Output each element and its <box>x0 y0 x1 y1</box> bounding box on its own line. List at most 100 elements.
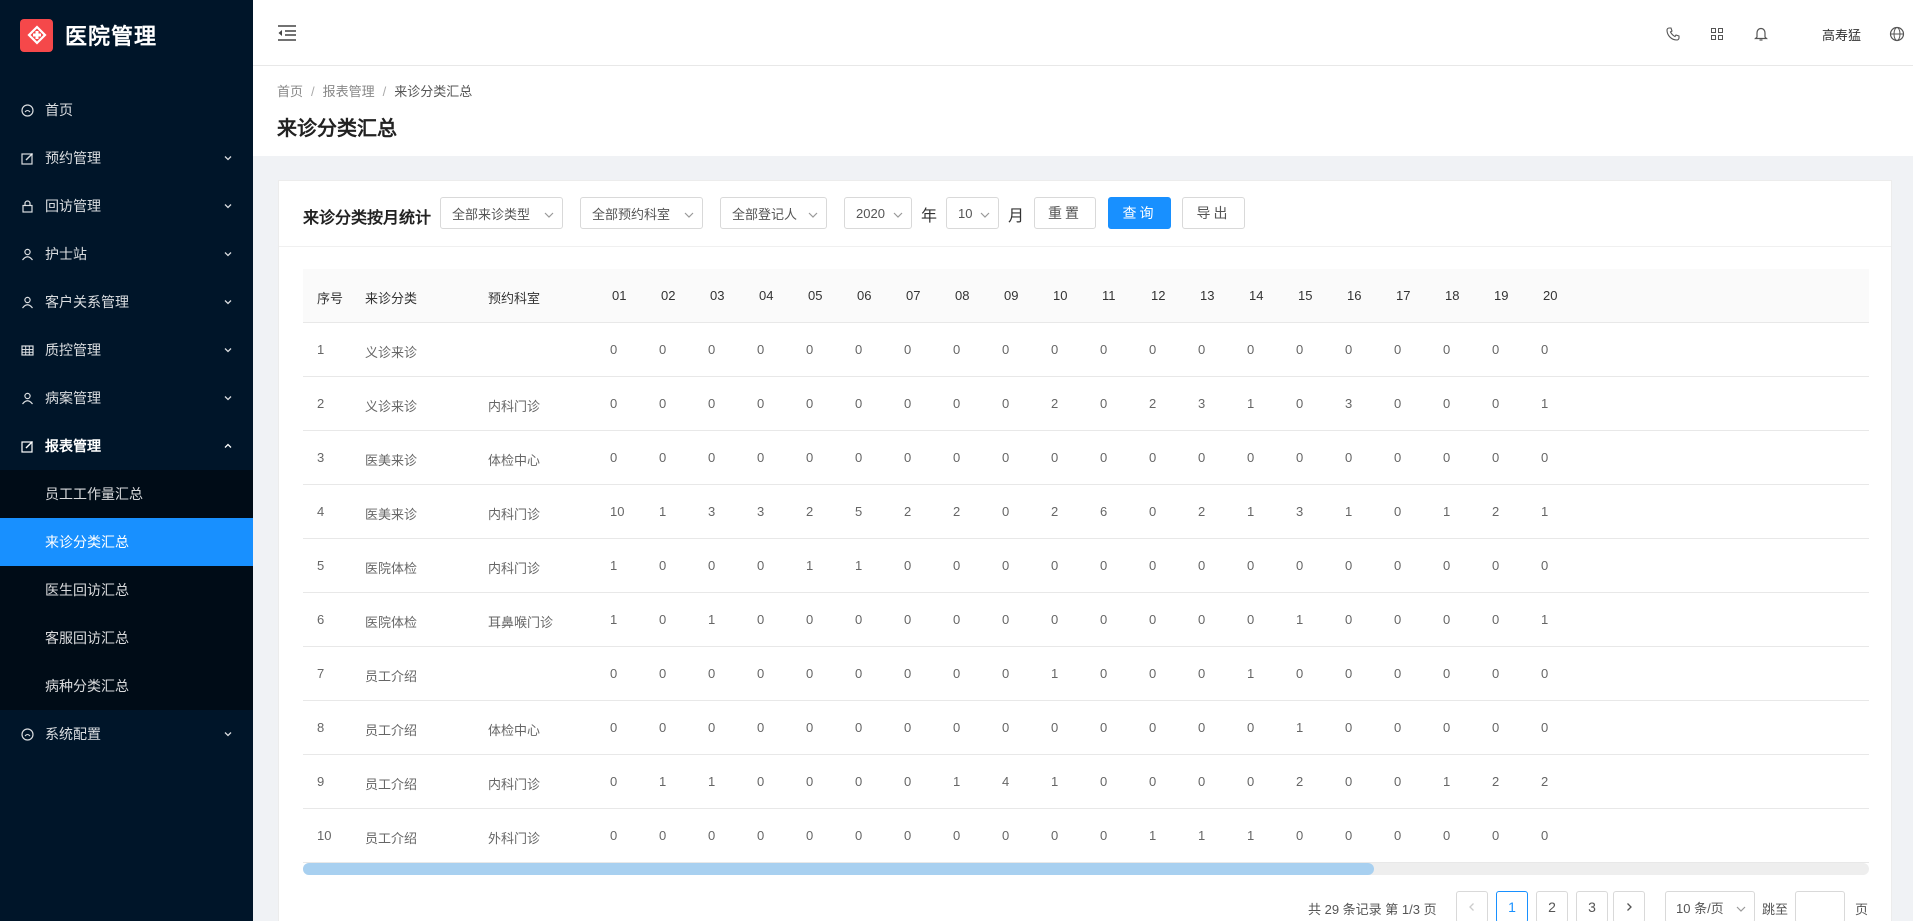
column-header: 07 <box>906 288 921 303</box>
sidebar-item-4[interactable]: 客户关系管理 <box>0 278 253 326</box>
table-cell: 0 <box>1443 666 1451 681</box>
next-page-button[interactable] <box>1613 891 1645 921</box>
table-cell: 0 <box>1296 342 1304 357</box>
table-cell: 体检中心 <box>488 453 541 468</box>
submenu-item-1[interactable]: 来诊分类汇总 <box>0 518 253 566</box>
dept-select-value: 全部预约科室 <box>592 206 671 222</box>
table-cell: 0 <box>1394 504 1402 519</box>
table-cell: 0 <box>757 666 765 681</box>
scrollbar-thumb[interactable] <box>303 863 1374 875</box>
page-number-button[interactable]: 3 <box>1576 891 1608 921</box>
year-select[interactable]: 2020 <box>844 197 912 229</box>
query-button[interactable]: 查询 <box>1108 197 1171 229</box>
table-row[interactable]: 8 员工介绍 体检中心 0 0 0 0 0 0 0 0 0 0 0 0 0 0 1 0 0 0 0 0 <box>303 701 1869 755</box>
year-label: 年 <box>921 208 938 225</box>
table-cell: 2 <box>1198 504 1206 519</box>
globe-icon[interactable] <box>1889 26 1905 42</box>
table-cell: 0 <box>1443 396 1451 411</box>
page-size-select[interactable]: 10 条/页 <box>1665 891 1755 921</box>
apps-icon[interactable] <box>1709 26 1725 42</box>
month-select[interactable]: 10 <box>946 197 999 229</box>
table-cell: 0 <box>1149 342 1157 357</box>
table-cell: 0 <box>1345 612 1353 627</box>
user-name[interactable]: 高寿猛 <box>1822 25 1861 44</box>
registrar-select-value: 全部登记人 <box>732 206 798 222</box>
submenu-item-2[interactable]: 医生回访汇总 <box>0 566 253 614</box>
table-row[interactable]: 9 员工介绍 内科门诊 0 1 1 0 0 0 0 1 4 1 0 0 0 0 2 0 0 1 2 2 <box>303 755 1869 809</box>
visit-type-select-value: 全部来诊类型 <box>452 206 531 222</box>
table-row[interactable]: 2 义诊来诊 内科门诊 0 0 0 0 0 0 0 0 0 2 0 2 3 1 0 3 0 0 0 1 <box>303 377 1869 431</box>
submenu-item-3[interactable]: 客服回访汇总 <box>0 614 253 662</box>
user-icon <box>20 391 35 406</box>
table-row[interactable]: 5 医院体检 内科门诊 1 0 0 0 1 1 0 0 0 0 0 0 0 0 0 0 0 0 0 0 <box>303 539 1869 593</box>
sidebar-item-6[interactable]: 病案管理 <box>0 374 253 422</box>
jump-page-input[interactable] <box>1795 891 1845 921</box>
table-cell: 0 <box>1492 396 1500 411</box>
table-cell: 0 <box>1443 342 1451 357</box>
table-cell: 0 <box>1198 612 1206 627</box>
table-cell: 0 <box>757 450 765 465</box>
sidebar-item-0[interactable]: 系统配置 <box>0 710 253 758</box>
registrar-select[interactable]: 全部登记人 <box>720 197 827 229</box>
column-header: 18 <box>1445 288 1460 303</box>
breadcrumb-item-home[interactable]: 首页 <box>277 84 303 99</box>
table-cell: 1 <box>708 612 716 627</box>
submenu-item-0[interactable]: 员工工作量汇总 <box>0 470 253 518</box>
table-cell: 0 <box>806 450 814 465</box>
table-row[interactable]: 7 员工介绍 0 0 0 0 0 0 0 0 0 1 0 0 0 1 0 0 0 0 0 0 <box>303 647 1869 701</box>
sidebar-item-7[interactable]: 报表管理 <box>0 422 253 470</box>
breadcrumb-item-current: 来诊分类汇总 <box>394 84 473 99</box>
table-cell: 0 <box>1198 450 1206 465</box>
prev-page-button[interactable] <box>1456 891 1488 921</box>
sidebar-item-5[interactable]: 质控管理 <box>0 326 253 374</box>
page-header: 首页 / 报表管理 / 来诊分类汇总 来诊分类汇总 <box>253 66 1913 156</box>
sidebar-item-2[interactable]: 回访管理 <box>0 182 253 230</box>
table-cell: 0 <box>1541 342 1549 357</box>
table-cell: 0 <box>1002 504 1010 519</box>
export-button[interactable]: 导出 <box>1182 197 1245 229</box>
column-header: 预约科室 <box>488 291 541 306</box>
dept-select[interactable]: 全部预约科室 <box>580 197 703 229</box>
table-cell: 0 <box>1002 666 1010 681</box>
table-cell: 0 <box>1345 666 1353 681</box>
table-row[interactable]: 6 医院体检 耳鼻喉门诊 1 0 1 0 0 0 0 0 0 0 0 0 0 0 1 0 0 0 0 1 <box>303 593 1869 647</box>
report-title: 来诊分类按月统计 <box>303 210 432 227</box>
chevron-down-icon <box>223 729 233 739</box>
app-logo[interactable]: 医院管理 <box>0 0 253 70</box>
sidebar-item-label: 质控管理 <box>45 342 101 358</box>
horizontal-scrollbar[interactable] <box>303 863 1869 875</box>
column-header: 20 <box>1543 288 1558 303</box>
table-cell: 0 <box>1443 720 1451 735</box>
table-row[interactable]: 10 员工介绍 外科门诊 0 0 0 0 0 0 0 0 0 0 0 1 1 1 0 0 0 0 0 0 <box>303 809 1869 863</box>
table-cell: 0 <box>1541 720 1549 735</box>
bell-icon[interactable] <box>1753 26 1769 42</box>
sidebar-item-0[interactable]: 首页 <box>0 86 253 134</box>
phone-icon[interactable] <box>1665 26 1681 42</box>
table-cell: 6 <box>317 612 325 627</box>
table-cell: 0 <box>904 396 912 411</box>
filter-toolbar: 来诊分类按月统计 全部来诊类型 全部预约科室 全部登记人 2020 年 10 月… <box>279 181 1891 247</box>
table-cell: 0 <box>659 450 667 465</box>
page-number-button[interactable]: 1 <box>1496 891 1528 921</box>
month-label: 月 <box>1008 208 1025 225</box>
table-cell: 0 <box>1149 720 1157 735</box>
sidebar-item-label: 护士站 <box>45 246 87 262</box>
submenu-item-4[interactable]: 病种分类汇总 <box>0 662 253 710</box>
table-cell: 0 <box>1002 828 1010 843</box>
breadcrumb-item-reports[interactable]: 报表管理 <box>323 84 375 99</box>
column-header: 13 <box>1200 288 1215 303</box>
report-card: 来诊分类按月统计 全部来诊类型 全部预约科室 全部登记人 2020 年 10 月… <box>278 180 1892 921</box>
table-cell: 3 <box>1296 504 1304 519</box>
table-cell: 1 <box>659 504 667 519</box>
page-number-button[interactable]: 2 <box>1536 891 1568 921</box>
table-cell: 0 <box>1100 396 1108 411</box>
table-row[interactable]: 1 义诊来诊 0 0 0 0 0 0 0 0 0 0 0 0 0 0 0 0 0 0 0 0 <box>303 323 1869 377</box>
menu-fold-icon[interactable] <box>277 24 297 42</box>
sidebar-item-1[interactable]: 预约管理 <box>0 134 253 182</box>
sidebar: 医院管理 首页 预约管理 回访管理护士站客户关系管理质控管理病案管理 报表管理 员工工作… <box>0 0 253 921</box>
table-row[interactable]: 4 医美来诊 内科门诊 10 1 3 3 2 5 2 2 0 2 6 0 2 1 3 1 0 1 2 1 <box>303 485 1869 539</box>
table-row[interactable]: 3 医美来诊 体检中心 0 0 0 0 0 0 0 0 0 0 0 0 0 0 0 0 0 0 0 0 <box>303 431 1869 485</box>
visit-type-select[interactable]: 全部来诊类型 <box>440 197 563 229</box>
sidebar-item-3[interactable]: 护士站 <box>0 230 253 278</box>
reset-button[interactable]: 重置 <box>1034 197 1096 229</box>
